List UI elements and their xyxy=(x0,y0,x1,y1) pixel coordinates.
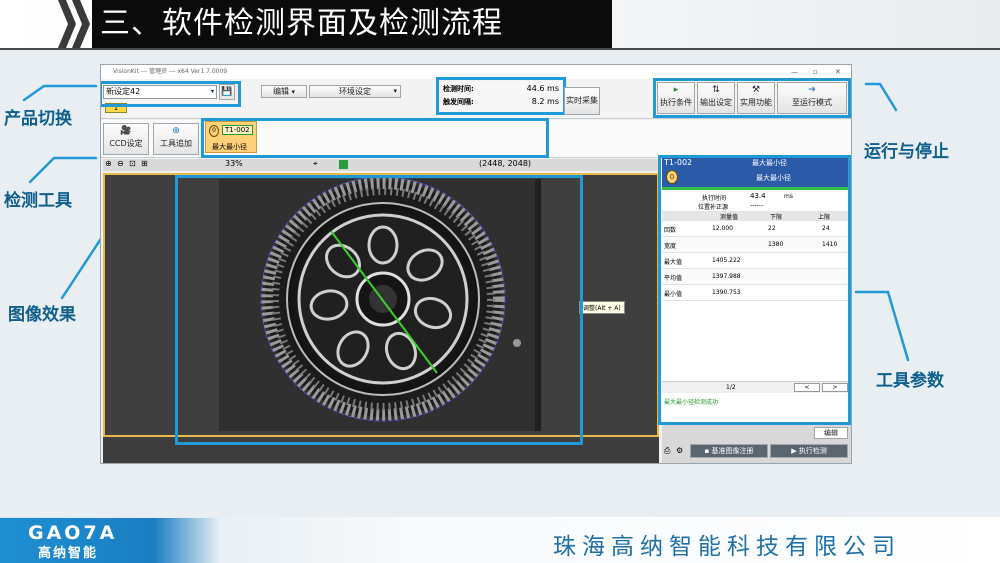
status-square-icon xyxy=(339,160,348,169)
menu-edit-label: 编辑 xyxy=(272,87,289,96)
menu-env-label: 环境设定 xyxy=(339,87,371,96)
highlight-detection-tool xyxy=(201,118,549,158)
highlight-image-effect xyxy=(175,175,583,445)
add-tool-button[interactable]: ⊕ 工具追加 xyxy=(153,123,199,155)
label-detection-tool: 检测工具 xyxy=(4,191,72,211)
company-name: 珠海高纳智能科技有限公司 xyxy=(553,534,901,560)
register-base-image-button[interactable]: ▪ 基准图像注册 xyxy=(690,444,768,458)
execute-detection-button[interactable]: ▶ 执行检测 xyxy=(770,444,848,458)
realtime-capture-label: 实时采集 xyxy=(566,96,598,105)
add-circle-icon: ⊕ xyxy=(172,126,180,136)
label-tool-params: 工具参数 xyxy=(876,371,944,391)
highlight-product-switch xyxy=(101,81,241,107)
camera-icon: 🎥 xyxy=(120,126,132,136)
image-toolbar: ⊕ ⊖ ⊡ ⊞ 33% ⌖ (2448, 2048) xyxy=(103,159,659,171)
realtime-capture-button[interactable]: 实时采集 xyxy=(564,87,600,115)
crosshair-icon[interactable]: ⌖ xyxy=(313,159,318,169)
edit-button[interactable]: 编辑 xyxy=(814,427,848,439)
edit-button-label: 编辑 xyxy=(824,429,838,437)
logo-subtitle: 高纳智能 xyxy=(38,546,99,561)
vision-app-window: VisionKit --- 管理员 --- x64 Ver1.7.0009 — … xyxy=(100,64,852,464)
zoom-level: 33% xyxy=(225,159,243,168)
add-tool-label: 工具追加 xyxy=(160,139,192,148)
label-image-effect: 图像效果 xyxy=(8,305,76,325)
menu-edit[interactable]: 编辑 ▾ xyxy=(261,85,307,98)
logo-text: GAO7A xyxy=(28,522,118,544)
ccd-setting-button[interactable]: 🎥 CCD设定 xyxy=(103,123,149,155)
zoom-in-icon[interactable]: ⊕ xyxy=(105,159,112,168)
label-product-switch: 产品切换 xyxy=(4,109,72,129)
label-run-stop: 运行与停止 xyxy=(864,142,949,162)
close-icon[interactable]: ✕ xyxy=(835,65,841,79)
adjust-tooltip: 调整(Alt + A) xyxy=(579,301,625,314)
menu-environment[interactable]: 环境设定 ▾ xyxy=(309,85,401,98)
ccd-setting-label: CCD设定 xyxy=(109,139,143,148)
printer-icon[interactable]: ⎙ xyxy=(664,446,670,456)
fit-view-icon[interactable]: ⊡ xyxy=(129,159,136,168)
slide-title: 三、软件检测界面及检测流程 xyxy=(92,0,612,48)
cursor-coords: (2448, 2048) xyxy=(479,159,532,168)
header-chevron-icon xyxy=(72,0,90,48)
execute-button-label: 执行检测 xyxy=(798,447,827,455)
minimize-icon[interactable]: — xyxy=(791,65,798,79)
register-button-label: 基准图像注册 xyxy=(711,447,754,455)
zoom-out-icon[interactable]: ⊖ xyxy=(117,159,124,168)
highlight-detection-time xyxy=(436,77,566,115)
maximize-icon[interactable]: ▫ xyxy=(813,65,818,79)
zoom-reset-icon[interactable]: ⊞ xyxy=(141,159,148,168)
header-divider xyxy=(0,48,1000,50)
highlight-tool-params xyxy=(658,155,851,425)
gear-icon[interactable]: ⚙ xyxy=(676,446,683,455)
window-title: VisionKit --- 管理员 --- x64 Ver1.7.0009 xyxy=(113,68,228,75)
highlight-run-stop xyxy=(653,78,851,118)
